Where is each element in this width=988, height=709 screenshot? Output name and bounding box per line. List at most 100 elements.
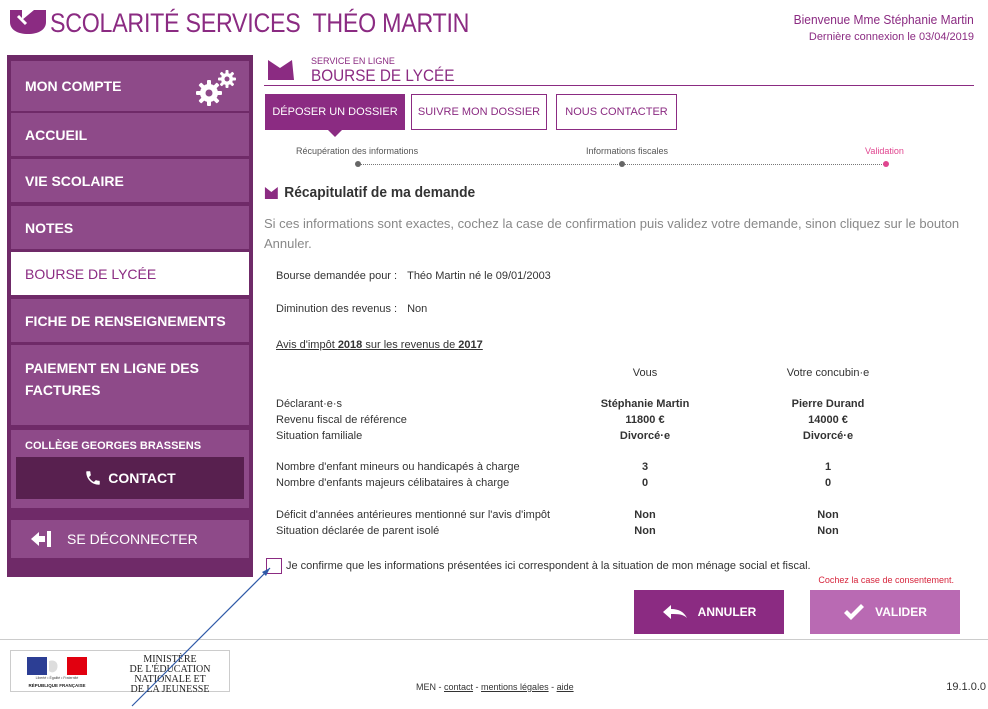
validate-button[interactable]: VALIDER xyxy=(810,590,960,634)
column-header-concubin: Votre concubin·e xyxy=(786,367,870,379)
app-header: SCOLARITÉ SERVICES THÉO MARTIN Bienvenue … xyxy=(0,0,988,50)
bourse-value: Théo Martin né le 09/01/2003 xyxy=(407,270,551,282)
ministry-line: DE LA JEUNESSE xyxy=(130,684,210,695)
step-dot xyxy=(619,161,625,167)
row-label: Déficit d'années antérieures mentionné s… xyxy=(276,509,551,521)
contact-label: CONTACT xyxy=(108,470,176,486)
sidebar-item-fiche-de-renseignements[interactable]: FICHE DE RENSEIGNEMENTS xyxy=(11,299,249,342)
sidebar-item-label: MON COMPTE xyxy=(25,78,122,94)
cell-vous: Stéphanie Martin xyxy=(600,398,690,410)
service-kicker: SERVICE EN LIGNE xyxy=(311,56,395,66)
bourse-label: Bourse demandée pour : xyxy=(276,270,398,282)
sidebar-item-label: BOURSE DE LYCÉE xyxy=(25,265,157,282)
tax-middle: sur les revenus de xyxy=(362,339,459,351)
progress-steps: Récupération des informations Informatio… xyxy=(264,144,974,174)
step-label-current: Validation xyxy=(865,146,904,156)
step-label: Récupération des informations xyxy=(296,146,419,156)
sidebar-item-label: PAIEMENT EN LIGNE DES FACTURES xyxy=(25,360,199,398)
app-name: SCOLARITÉ SERVICES xyxy=(50,8,301,38)
cell-concubin: Non xyxy=(817,525,839,537)
summary-title-text: Récapitulatif de ma demande xyxy=(284,184,476,201)
summary-title: Récapitulatif de ma demande xyxy=(264,184,475,201)
row-label: Déclarant·e·s xyxy=(276,398,343,410)
welcome-text: Bienvenue Mme Stéphanie Martin xyxy=(793,12,974,27)
sidebar-item-label: NOTES xyxy=(25,219,74,236)
validate-label: VALIDER xyxy=(875,605,927,619)
tab-label: DÉPOSER UN DOSSIER xyxy=(272,106,398,118)
sidebar-item-label: FICHE DE RENSEIGNEMENTS xyxy=(25,312,226,329)
sidebar-item-mon-compte[interactable]: MON COMPTE xyxy=(11,61,249,111)
college-name: COLLÈGE GEORGES BRASSENS xyxy=(25,440,202,452)
cell-concubin: 14000 € xyxy=(808,414,848,426)
app-version: 19.1.0.0 xyxy=(946,681,986,693)
sidebar-item-paiement-en-ligne[interactable]: PAIEMENT EN LIGNE DES FACTURES xyxy=(11,345,249,425)
service-arrow-icon xyxy=(268,60,294,80)
cell-concubin: 1 xyxy=(824,461,832,473)
contact-button[interactable]: CONTACT xyxy=(16,457,244,499)
footer-links: MEN - contact - mentions légales - aide xyxy=(416,682,574,692)
app-title: SCOLARITÉ SERVICES THÉO MARTIN xyxy=(50,8,469,39)
tab-nous-contacter[interactable]: NOUS CONTACTER xyxy=(556,94,677,130)
cell-concubin: Pierre Durand xyxy=(791,398,865,410)
tax-income-year: 2017 xyxy=(458,339,483,351)
scolarite-logo-icon xyxy=(10,10,46,34)
tax-prefix: Avis d'impôt xyxy=(276,339,338,351)
cell-concubin: Divorcé·e xyxy=(802,430,854,442)
tab-label: NOUS CONTACTER xyxy=(565,106,668,118)
tax-year: 2018 xyxy=(337,339,363,351)
cell-vous: Non xyxy=(634,509,656,521)
college-box: COLLÈGE GEORGES BRASSENS CONTACT xyxy=(11,430,249,508)
row-label: Nombre d'enfants majeurs célibataires à … xyxy=(276,477,510,489)
sidebar-item-label: ACCUEIL xyxy=(25,126,88,143)
logout-icon xyxy=(31,531,51,547)
confirm-checkbox[interactable] xyxy=(266,558,282,574)
footer-sep: - xyxy=(548,682,557,692)
cancel-label: ANNULER xyxy=(697,605,757,619)
sidebar-item-accueil[interactable]: ACCUEIL xyxy=(11,113,249,156)
footer-contact-link[interactable]: contact xyxy=(444,682,473,692)
last-login: Dernière connexion le 03/04/2019 xyxy=(808,31,974,43)
footer-sep: - xyxy=(473,682,482,692)
step-dot xyxy=(355,161,361,167)
summary-intro: Si ces informations sont exactes, cochez… xyxy=(264,216,960,251)
checkmark-icon xyxy=(844,604,865,620)
sidebar-item-label: VIE SCOLAIRE xyxy=(25,172,124,189)
footer-help-link[interactable]: aide xyxy=(557,682,574,692)
logout-button[interactable]: SE DÉCONNECTER xyxy=(11,520,249,558)
column-header-vous: Vous xyxy=(632,367,658,379)
student-name: THÉO MARTIN xyxy=(312,8,470,38)
sidebar-item-bourse-de-lycee[interactable]: BOURSE DE LYCÉE xyxy=(11,252,249,295)
tab-label: SUIVRE MON DOSSIER xyxy=(417,106,541,118)
footer-divider xyxy=(0,639,988,640)
sidebar-item-vie-scolaire[interactable]: VIE SCOLAIRE xyxy=(11,159,249,202)
rf-motto: Liberté • Égalité • Fraternité xyxy=(35,676,79,680)
cell-vous: 11800 € xyxy=(625,414,665,426)
cell-vous: 0 xyxy=(641,477,649,489)
cell-vous: Divorcé·e xyxy=(619,430,671,442)
tax-notice-title: Avis d'impôt 2018 sur les revenus de 201… xyxy=(276,339,483,351)
confirm-row: Je confirme que les informations présent… xyxy=(266,558,811,574)
diminution-row: Diminution des revenus : Non xyxy=(276,303,427,315)
section-arrow-icon xyxy=(264,186,278,199)
ministry-logo: Liberté • Égalité • Fraternité RÉPUBLIQU… xyxy=(10,650,230,695)
bourse-row: Bourse demandée pour : Théo Martin né le … xyxy=(276,270,551,282)
service-title: BOURSE DE LYCÉE xyxy=(311,66,455,85)
cell-concubin: Non xyxy=(817,509,839,521)
footer-legal-link[interactable]: mentions légales xyxy=(481,682,549,692)
consent-error: Cochez la case de consentement. xyxy=(818,575,954,585)
rf-name: RÉPUBLIQUE FRANÇAISE xyxy=(28,683,86,688)
step-label: Informations fiscales xyxy=(586,146,669,156)
service-header: SERVICE EN LIGNE BOURSE DE LYCÉE xyxy=(264,52,974,86)
step-dot-current xyxy=(883,161,889,167)
footer-men: MEN - xyxy=(416,682,444,692)
row-label: Situation déclarée de parent isolé xyxy=(276,525,440,537)
sidebar-item-notes[interactable]: NOTES xyxy=(11,206,249,249)
tab-deposer-dossier[interactable]: DÉPOSER UN DOSSIER xyxy=(265,94,405,137)
gears-icon xyxy=(196,70,236,106)
welcome-block: Bienvenue Mme Stéphanie Martin Dernière … xyxy=(778,12,974,43)
cell-concubin: 0 xyxy=(824,477,832,489)
cell-vous: 3 xyxy=(641,461,649,473)
confirm-text: Je confirme que les informations présent… xyxy=(286,560,811,572)
cancel-button[interactable]: ANNULER xyxy=(634,590,784,634)
tab-suivre-dossier[interactable]: SUIVRE MON DOSSIER xyxy=(411,94,547,130)
